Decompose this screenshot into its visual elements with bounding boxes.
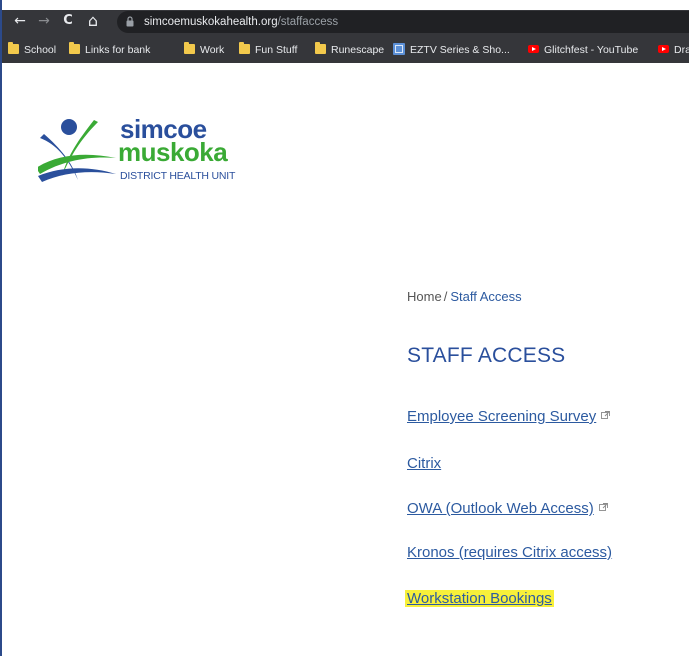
bookmark-label: Links for bank — [85, 44, 151, 56]
link-citrix[interactable]: Citrix — [407, 455, 441, 473]
bookmark-links-for-bank[interactable]: Links for bank — [69, 42, 150, 58]
link-label-highlighted: Workstation Bookings — [405, 590, 554, 607]
bookmark-fun-stuff[interactable]: Fun Stuff — [239, 42, 297, 58]
lock-icon — [126, 16, 134, 27]
link-label: Employee Screening Survey — [407, 408, 597, 425]
forward-button[interactable]: → — [35, 12, 53, 30]
url-path: /staffaccess — [277, 16, 339, 28]
bookmark-label: School — [24, 44, 57, 56]
back-button[interactable]: ← — [11, 12, 29, 30]
eztv-icon — [393, 43, 405, 55]
page-title: STAFF ACCESS — [407, 344, 566, 367]
bookmark-eztv[interactable]: EZTV Series & Sho... — [393, 42, 510, 58]
top-band — [2, 0, 689, 10]
link-owa[interactable]: OWA (Outlook Web Access) — [407, 500, 608, 518]
link-kronos[interactable]: Kronos (requires Citrix access) — [407, 544, 612, 562]
url-text[interactable]: simcoemuskokahealth.org/staffaccess — [144, 14, 338, 30]
link-employee-screening-survey[interactable]: Employee Screening Survey — [407, 408, 611, 426]
breadcrumb-current[interactable]: Staff Access — [450, 289, 521, 304]
bookmarks-bar: School Links for bank Work Fun Stuff Run… — [2, 37, 689, 63]
link-label: OWA (Outlook Web Access) — [407, 500, 594, 517]
browser-window: ← → C ⌂ simcoemuskokahealth.org/staffacc… — [0, 0, 689, 656]
bookmark-label: Runescape — [331, 44, 385, 56]
home-button[interactable]: ⌂ — [84, 12, 102, 30]
bookmark-glitchfest[interactable]: Glitchfest - YouTube — [528, 42, 638, 58]
reload-button[interactable]: C — [59, 12, 77, 30]
bookmark-work[interactable]: Work — [184, 42, 224, 58]
youtube-icon — [528, 45, 539, 53]
link-label: Citrix — [407, 455, 442, 472]
browser-chrome: ← → C ⌂ simcoemuskokahealth.org/staffacc… — [2, 10, 689, 63]
folder-icon — [184, 42, 195, 54]
bookmark-label: Dra — [674, 44, 689, 56]
url-host: simcoemuskokahealth.org — [144, 16, 278, 28]
logo-line-muskoka: muskoka — [118, 137, 228, 167]
bookmark-label: Fun Stuff — [255, 44, 298, 56]
bookmark-runescape[interactable]: Runescape — [315, 42, 384, 58]
breadcrumb: Home / Staff Access — [407, 289, 522, 305]
bookmark-label: Work — [200, 44, 225, 56]
folder-icon — [8, 42, 19, 54]
youtube-icon — [658, 45, 669, 53]
address-bar[interactable]: simcoemuskokahealth.org/staffaccess — [117, 11, 689, 33]
link-label: Kronos (requires Citrix access) — [407, 544, 613, 561]
breadcrumb-separator: / — [443, 289, 448, 304]
external-link-icon — [601, 411, 611, 419]
folder-icon — [315, 42, 326, 54]
logo-figure-icon — [38, 119, 116, 182]
link-workstation-bookings[interactable]: Workstation Bookings — [405, 590, 554, 608]
bookmark-label: EZTV Series & Sho... — [410, 44, 510, 56]
site-logo[interactable]: simcoe muskoka DISTRICT HEALTH UNIT — [38, 115, 258, 190]
logo-line-district: DISTRICT HEALTH UNIT — [120, 170, 236, 182]
address-row: ← → C ⌂ simcoemuskokahealth.org/staffacc… — [2, 10, 689, 34]
external-link-icon — [598, 503, 608, 511]
folder-icon — [239, 42, 250, 54]
bookmark-dra[interactable]: Dra — [658, 42, 689, 58]
bookmark-school[interactable]: School — [8, 42, 56, 58]
bookmark-label: Glitchfest - YouTube — [544, 44, 639, 56]
folder-icon — [69, 42, 80, 54]
breadcrumb-home[interactable]: Home — [407, 289, 442, 304]
